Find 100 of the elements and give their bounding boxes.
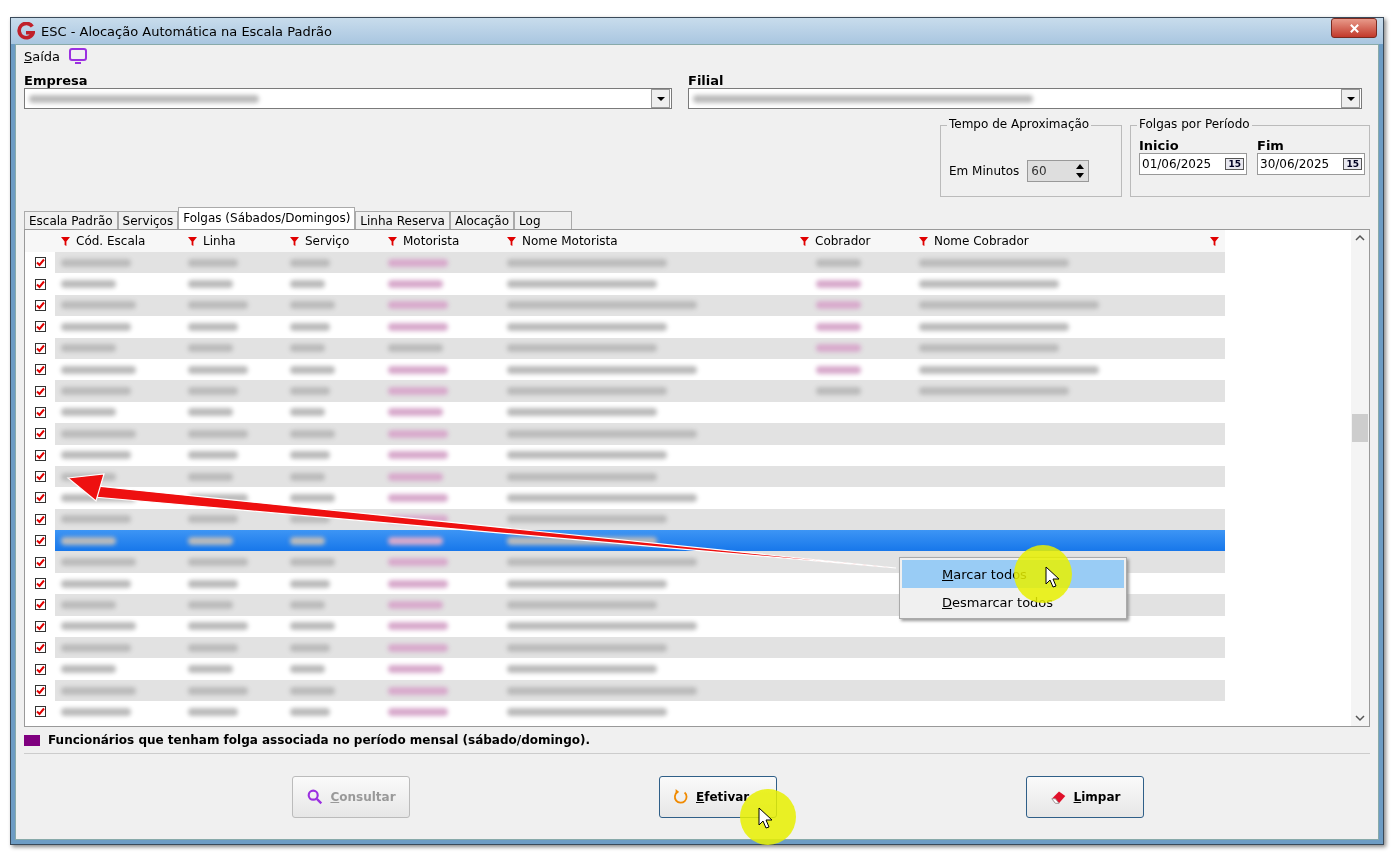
dropdown-field[interactable]	[688, 88, 1362, 109]
filter-icon[interactable]	[800, 236, 809, 246]
blurred-text	[290, 622, 335, 631]
field-label: Inicio	[1139, 138, 1180, 153]
filter-icon[interactable]	[290, 236, 299, 246]
blurred-text	[188, 472, 233, 481]
checkbox[interactable]	[34, 578, 46, 590]
blurred-text	[290, 600, 325, 609]
blurred-text	[188, 322, 238, 331]
legend-text: Funcionários que tenham folga associada no período mensal (sábado/domingo).	[48, 733, 591, 747]
blurred-text	[188, 301, 248, 310]
checkbox[interactable]	[34, 471, 46, 483]
checkbox[interactable]	[34, 620, 46, 632]
filter-icon[interactable]	[188, 236, 197, 246]
tab[interactable]: Serviços	[117, 211, 179, 229]
checkbox[interactable]	[34, 321, 46, 333]
blurred-text	[188, 344, 233, 353]
checkbox[interactable]	[34, 342, 46, 354]
checkbox[interactable]	[34, 663, 46, 675]
blurred-text	[61, 707, 131, 716]
blurred-text	[61, 643, 131, 652]
blurred-text	[290, 301, 335, 310]
spin-arrows-icon	[1074, 162, 1087, 180]
checkbox[interactable]	[34, 364, 46, 376]
calendar-button[interactable]: 15	[1343, 158, 1362, 170]
column-header: Cód. Escala	[76, 234, 146, 248]
close-button[interactable]	[1331, 18, 1377, 38]
table-row[interactable]	[25, 530, 1225, 552]
blurred-text	[188, 707, 238, 716]
tab[interactable]: Linha Reserva	[355, 211, 450, 229]
checkbox[interactable]	[34, 685, 46, 696]
checkbox[interactable]	[34, 599, 46, 611]
date-field[interactable]: 30/06/2025 15	[1257, 153, 1365, 175]
dropdown-arrow-icon	[656, 96, 665, 101]
checkbox[interactable]	[34, 556, 46, 568]
checkbox[interactable]	[34, 642, 46, 654]
app-logo	[17, 22, 35, 40]
blurred-text	[188, 365, 248, 374]
clear-button[interactable]: Limpar	[1026, 775, 1144, 818]
column-header: Nome Cobrador	[934, 234, 1029, 248]
checkbox[interactable]	[34, 385, 46, 397]
checkbox[interactable]	[34, 406, 46, 418]
field-label: Filial	[688, 73, 725, 88]
column-header: Serviço	[305, 234, 350, 248]
blurred-text	[61, 600, 116, 609]
scrollbar-thumb[interactable]	[1352, 414, 1368, 442]
checkbox[interactable]	[34, 492, 46, 504]
blurred-text	[61, 387, 131, 396]
date-field[interactable]: 01/06/2025 15	[1139, 153, 1247, 175]
field-label: Fim	[1257, 138, 1285, 153]
blurred-text	[290, 472, 325, 481]
blurred-text	[61, 344, 116, 353]
blurred-text	[290, 258, 330, 267]
close-icon	[1348, 22, 1360, 34]
scrollbar[interactable]	[1351, 230, 1369, 726]
column-header: Cobrador	[815, 234, 871, 248]
tab[interactable]: Escala Padrão	[24, 211, 118, 229]
tab[interactable]: Folgas (Sábados/Domingos)	[178, 207, 356, 229]
tab[interactable]: Alocação	[449, 211, 515, 229]
checkbox[interactable]	[34, 535, 46, 547]
checkbox[interactable]	[34, 428, 46, 440]
checkbox[interactable]	[34, 299, 46, 311]
blurred-text	[290, 280, 325, 289]
group-title: Folgas por Período	[1137, 117, 1252, 131]
checkbox[interactable]	[34, 513, 46, 525]
blurred-text	[290, 451, 330, 460]
filter-icon[interactable]	[507, 236, 516, 246]
field-label: Em Minutos	[949, 164, 1020, 178]
blurred-text	[188, 408, 233, 417]
filter-icon[interactable]	[1210, 236, 1219, 246]
blurred-text	[188, 429, 248, 438]
checkbox[interactable]	[34, 706, 46, 718]
blurred-text	[290, 643, 330, 652]
blurred-text	[290, 536, 325, 545]
blurred-text	[188, 280, 233, 289]
tab[interactable]: Log	[514, 211, 572, 229]
column-header: Nome Motorista	[522, 234, 618, 248]
blurred-text	[61, 536, 116, 545]
blurred-text	[61, 258, 131, 267]
blurred-text	[188, 622, 248, 631]
checkbox[interactable]	[34, 449, 46, 461]
blurred-text	[188, 579, 238, 588]
blurred-text	[290, 365, 335, 374]
filter-icon[interactable]	[388, 236, 397, 246]
checkbox[interactable]	[34, 257, 46, 269]
calendar-button[interactable]: 15	[1225, 158, 1244, 170]
field-label: Empresa	[24, 73, 89, 88]
blurred-text	[290, 665, 325, 674]
filter-icon[interactable]	[61, 236, 70, 246]
checkbox[interactable]	[34, 278, 46, 290]
blurred-text	[61, 665, 116, 674]
group-title: Tempo de Aproximação	[947, 117, 1092, 131]
filter-icon[interactable]	[919, 236, 928, 246]
blurred-text	[290, 408, 325, 417]
blurred-text	[61, 280, 116, 289]
table-row[interactable]	[25, 508, 1225, 531]
dropdown-field[interactable]	[24, 88, 672, 109]
monitor-icon[interactable]	[68, 48, 89, 64]
blurred-text	[290, 707, 330, 716]
menu-item[interactable]: Saída	[24, 48, 61, 64]
